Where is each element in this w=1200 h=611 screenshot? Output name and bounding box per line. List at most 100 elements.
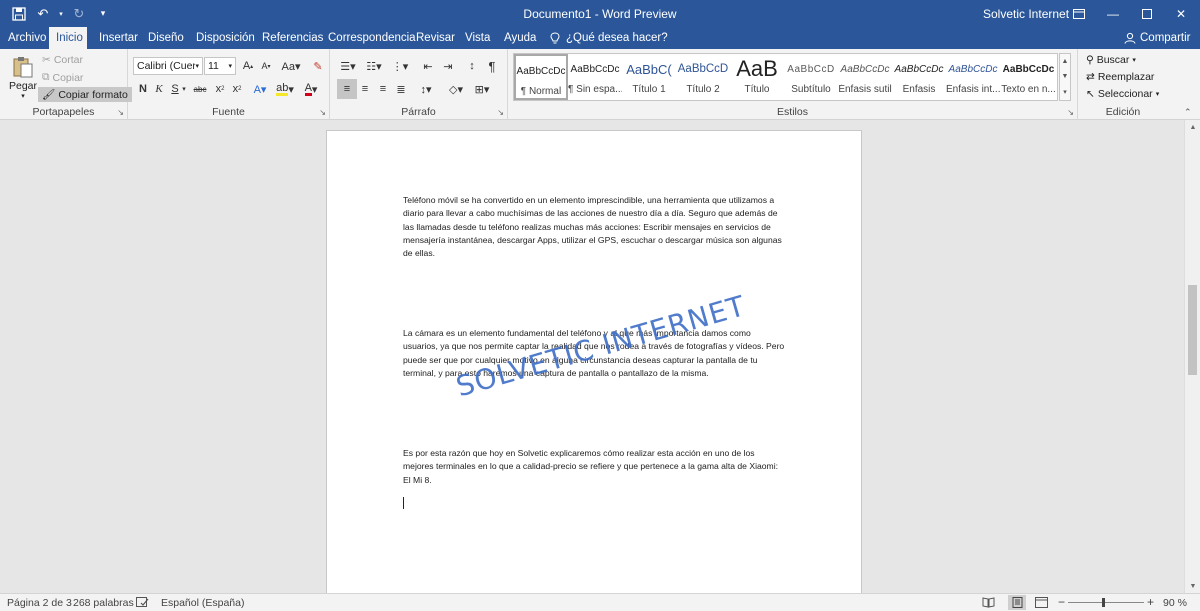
paste-button[interactable]: Pegar ▾ <box>8 55 38 103</box>
format-painter-label: Copiar formato <box>58 88 128 101</box>
replace-button[interactable]: ⇄ Reemplazar <box>1086 71 1154 83</box>
cut-label: Cortar <box>53 54 83 66</box>
scroll-up-icon[interactable]: ▲ <box>1185 120 1200 134</box>
align-center-icon[interactable]: ≡ <box>355 79 375 99</box>
style-strong[interactable]: AaBbCcDc Texto en n... <box>1000 54 1057 100</box>
language[interactable]: Español (España) <box>161 597 244 609</box>
tab-ayuda[interactable]: Ayuda <box>497 27 543 49</box>
font-color-icon[interactable]: A ▾ <box>300 79 322 99</box>
clear-formatting-icon[interactable]: ✎ <box>308 56 328 76</box>
styles-launcher-icon[interactable]: ↘ <box>1067 108 1074 117</box>
change-case-icon[interactable]: Aa▾ <box>278 56 304 76</box>
paragraph-1[interactable]: Teléfono móvil se ha convertido en un el… <box>403 194 787 260</box>
proofing-icon[interactable] <box>136 597 149 611</box>
decrease-indent-icon[interactable]: ⇤ <box>418 56 438 76</box>
select-button[interactable]: ↖ Seleccionar ▾ <box>1086 88 1159 100</box>
grow-font-icon[interactable]: A ▴ <box>238 56 258 76</box>
cut-button[interactable]: ✂ Cortar <box>42 54 83 66</box>
shading-icon[interactable]: ◇▾ <box>444 79 468 99</box>
style-intense-emphasis[interactable]: AaBbCcDc Énfasis int... <box>946 54 1000 100</box>
undo-icon[interactable]: ↶ <box>32 4 54 23</box>
share-button[interactable]: Compartir <box>1124 27 1190 49</box>
document-page[interactable]: Teléfono móvil se ha convertido en un el… <box>326 130 862 593</box>
tab-referencias[interactable]: Referencias <box>255 27 330 49</box>
styles-up-icon[interactable]: ▲ <box>1062 58 1069 65</box>
justify-icon[interactable]: ≣ <box>391 79 411 99</box>
borders-icon[interactable]: ⊞▾ <box>470 79 494 99</box>
pilcrow-icon[interactable]: ¶ <box>482 56 502 76</box>
style-heading-2[interactable]: AaBbCcD Título 2 <box>676 54 730 100</box>
tab-correspondencia[interactable]: Correspondencia <box>321 27 423 49</box>
maximize-icon[interactable] <box>1130 0 1164 27</box>
web-layout-icon[interactable] <box>1035 597 1048 611</box>
multilevel-list-icon[interactable]: ⋮▾ <box>388 56 412 76</box>
paste-dropdown-icon[interactable]: ▾ <box>8 92 38 100</box>
scroll-down-icon[interactable]: ▼ <box>1185 579 1200 593</box>
close-icon[interactable]: ✕ <box>1164 0 1198 27</box>
zoom-in-icon[interactable]: + <box>1147 595 1154 609</box>
style-no-spacing[interactable]: AaBbCcDc ¶ Sin espa... <box>568 54 622 100</box>
superscript-icon[interactable]: x2 <box>227 79 247 99</box>
minimize-icon[interactable]: — <box>1096 0 1130 27</box>
style-heading-1[interactable]: AaBbC( Título 1 <box>622 54 676 100</box>
print-layout-icon[interactable] <box>1008 595 1026 610</box>
style-subtitle[interactable]: AaBbCcD Subtítulo <box>784 54 838 100</box>
font-name-combo[interactable]: Calibri (Cuerpo ▾ <box>133 57 203 75</box>
text-effects-icon[interactable]: A▾ <box>250 79 270 99</box>
font-size-combo[interactable]: 11 ▾ <box>204 57 236 75</box>
styles-scroll[interactable]: ▲ ▼ ▾ <box>1059 53 1071 101</box>
styles-down-icon[interactable]: ▼ <box>1062 73 1069 80</box>
zoom-out-icon[interactable]: − <box>1058 595 1065 609</box>
paragraph-launcher-icon[interactable]: ↘ <box>497 108 504 117</box>
font-launcher-icon[interactable]: ↘ <box>319 108 326 117</box>
bullets-icon[interactable]: ☰▾ <box>336 56 360 76</box>
vertical-scrollbar[interactable]: ▲ ▼ <box>1184 120 1200 593</box>
line-spacing-icon[interactable]: ↕▾ <box>414 79 438 99</box>
align-right-icon[interactable]: ≡ <box>373 79 393 99</box>
strikethrough-icon[interactable]: abc <box>191 79 209 99</box>
styles-more-icon[interactable]: ▾ <box>1063 88 1067 96</box>
read-mode-icon[interactable] <box>982 597 995 611</box>
redo-icon[interactable]: ↻ <box>68 4 90 23</box>
find-button[interactable]: ⚲ Buscar ▾ <box>1086 54 1136 66</box>
word-count[interactable]: 268 palabras <box>73 597 134 609</box>
style-title[interactable]: AaB Título <box>730 54 784 100</box>
copy-button[interactable]: ⧉ Copiar <box>42 71 83 84</box>
tab-revisar[interactable]: Revisar <box>409 27 462 49</box>
scroll-thumb[interactable] <box>1188 285 1197 375</box>
zoom-slider-thumb[interactable] <box>1102 598 1105 607</box>
tab-disposicion[interactable]: Disposición <box>189 27 262 49</box>
underline-dropdown-icon[interactable]: ▾ <box>178 79 190 99</box>
style-emphasis[interactable]: AaBbCcDc Énfasis <box>892 54 946 100</box>
tab-inicio[interactable]: Inicio <box>49 27 87 49</box>
customize-qat-icon[interactable]: ▾ <box>92 4 114 23</box>
cursor-icon: ↖ <box>1086 88 1095 100</box>
zoom-slider[interactable] <box>1068 602 1144 603</box>
tab-insertar[interactable]: Insertar <box>92 27 145 49</box>
collapse-ribbon-icon[interactable]: ⌃ <box>1184 107 1192 118</box>
document-area[interactable]: Teléfono móvil se ha convertido en un el… <box>0 120 1184 593</box>
zoom-level[interactable]: 90 % <box>1163 597 1187 609</box>
style-normal[interactable]: AaBbCcDc ¶ Normal <box>514 54 568 100</box>
tab-vista[interactable]: Vista <box>458 27 497 49</box>
ribbon-display-options-icon[interactable] <box>1062 0 1096 27</box>
undo-dropdown-icon[interactable]: ▾ <box>56 4 66 23</box>
shrink-font-icon[interactable]: A ▾ <box>256 56 276 76</box>
account-name[interactable]: Solvetic Internet <box>983 7 1069 21</box>
font-size-dropdown-icon[interactable]: ▾ <box>228 62 232 70</box>
style-subtle-emphasis[interactable]: AaBbCcDc Énfasis sutil <box>838 54 892 100</box>
paragraph-3[interactable]: Es por esta razón que hoy en Solvetic ex… <box>403 447 787 487</box>
sort-icon[interactable]: ↕ <box>462 56 482 76</box>
tab-diseno[interactable]: Diseño <box>141 27 191 49</box>
font-name-dropdown-icon[interactable]: ▾ <box>195 62 199 70</box>
clipboard-launcher-icon[interactable]: ↘ <box>117 108 124 117</box>
increase-indent-icon[interactable]: ⇥ <box>438 56 458 76</box>
numbering-icon[interactable]: ☷▾ <box>362 56 386 76</box>
save-icon[interactable] <box>8 4 30 23</box>
format-painter-button[interactable]: 🖌 Copiar formato <box>38 87 132 102</box>
highlight-icon[interactable]: ab ▾ <box>274 79 296 99</box>
align-left-icon[interactable]: ≡ <box>337 79 357 99</box>
page-count[interactable]: Página 2 de 3 <box>7 597 72 609</box>
tell-me-box[interactable]: ¿Qué desea hacer? <box>550 27 668 49</box>
tab-archivo[interactable]: Archivo <box>1 27 53 49</box>
